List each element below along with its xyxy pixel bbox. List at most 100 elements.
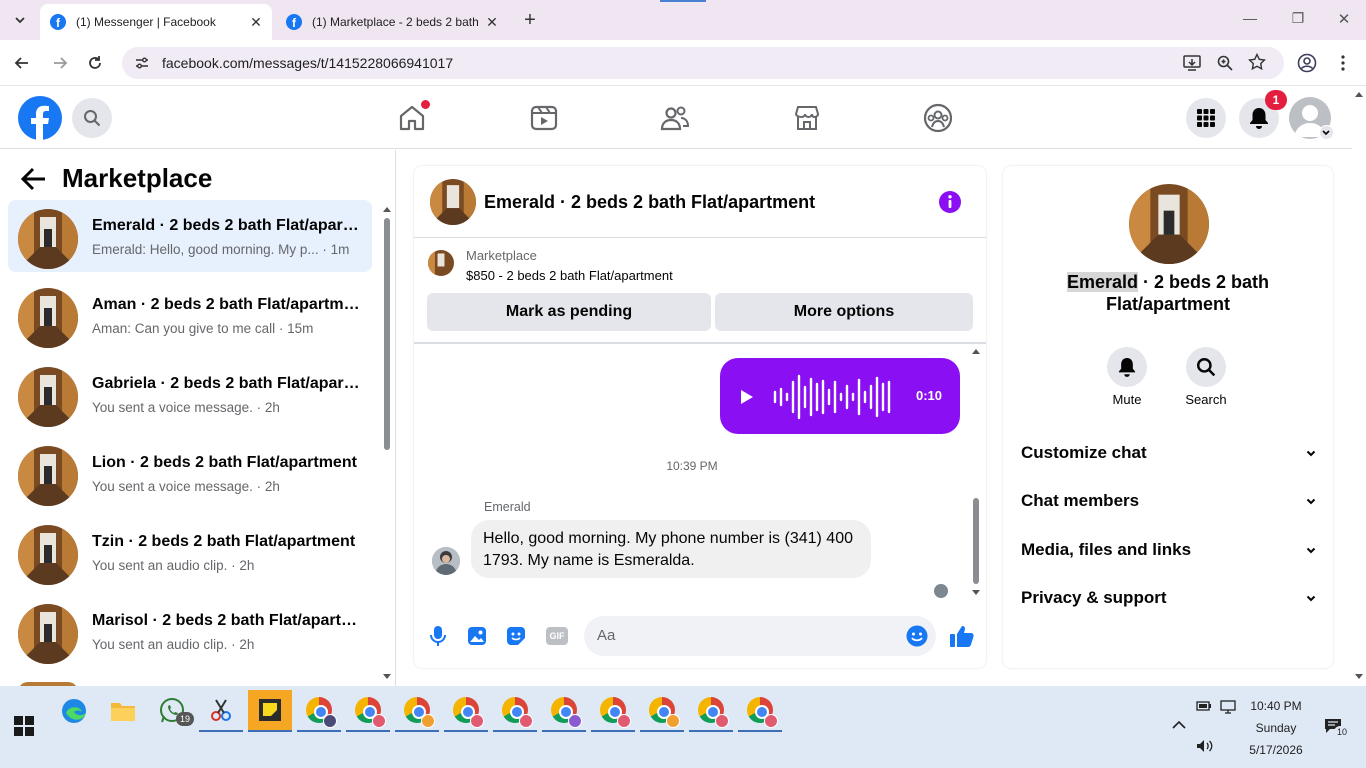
more-options-button[interactable]: More options bbox=[715, 293, 973, 331]
taskbar-edge[interactable] bbox=[52, 690, 96, 732]
taskbar-chrome-3[interactable] bbox=[395, 690, 439, 732]
like-button[interactable] bbox=[949, 623, 975, 649]
tab-marketplace[interactable]: f (1) Marketplace - 2 beds 2 bath ✕ bbox=[276, 4, 508, 40]
profile-button[interactable] bbox=[1297, 53, 1317, 73]
chat-scroll-thumb[interactable] bbox=[973, 498, 979, 584]
nav-reels[interactable] bbox=[528, 102, 560, 134]
clock-day[interactable]: Sunday bbox=[1244, 721, 1308, 735]
list-scroll-thumb[interactable] bbox=[384, 218, 390, 450]
listing-thumb[interactable] bbox=[428, 250, 454, 276]
taskbar-sticky-notes[interactable] bbox=[248, 690, 292, 732]
clock-date[interactable]: 5/17/2026 bbox=[1244, 743, 1308, 757]
notification-center-button[interactable]: 10 bbox=[1324, 718, 1350, 739]
mark-pending-button[interactable]: Mark as pending bbox=[427, 293, 711, 331]
site-info-icon[interactable] bbox=[134, 55, 150, 71]
attach-photo-button[interactable] bbox=[467, 626, 487, 646]
restore-button[interactable]: ❐ bbox=[1288, 10, 1308, 30]
gif-button[interactable]: GIF bbox=[546, 627, 568, 645]
taskbar-chrome-1[interactable] bbox=[297, 690, 341, 732]
chat-avatar[interactable] bbox=[430, 179, 476, 225]
taskbar-chrome-2[interactable] bbox=[346, 690, 390, 732]
volume-tray-icon[interactable] bbox=[1196, 739, 1214, 753]
taskbar-whatsapp[interactable]: 19 bbox=[150, 690, 194, 732]
bell-icon bbox=[1250, 108, 1268, 129]
conversation-title: Tzin · 2 beds 2 bath Flat/apartment bbox=[92, 533, 356, 550]
nav-friends[interactable] bbox=[659, 102, 691, 134]
list-item[interactable]: Gabriela · 2 beds 2 bath Flat/apartment … bbox=[8, 358, 372, 430]
info-button[interactable] bbox=[938, 190, 962, 214]
taskbar-chrome-9[interactable] bbox=[689, 690, 733, 732]
list-item[interactable]: Tzin · 2 beds 2 bath Flat/apartment You … bbox=[8, 516, 372, 588]
account-chevron[interactable] bbox=[1319, 125, 1334, 140]
section-privacy-support[interactable]: Privacy & support bbox=[1021, 583, 1317, 613]
taskbar-file-explorer[interactable] bbox=[101, 690, 145, 732]
section-customize-chat[interactable]: Customize chat bbox=[1021, 438, 1317, 468]
install-app-button[interactable] bbox=[1183, 54, 1201, 72]
start-button[interactable] bbox=[14, 716, 34, 736]
play-icon[interactable] bbox=[740, 389, 754, 405]
page-scrollbar[interactable] bbox=[1352, 87, 1366, 686]
list-item[interactable]: Emerald · 2 beds 2 bath Flat/apartment E… bbox=[8, 200, 372, 272]
search-chat-button[interactable] bbox=[1186, 347, 1226, 387]
chrome-icon bbox=[453, 697, 484, 728]
reload-button[interactable] bbox=[85, 53, 105, 73]
new-tab-button[interactable]: + bbox=[520, 10, 540, 30]
emoji-icon[interactable] bbox=[906, 625, 928, 647]
chat-details-panel: Emerald · 2 beds 2 bath Flat/apartment M… bbox=[1003, 166, 1333, 668]
nav-groups[interactable] bbox=[922, 102, 954, 134]
sender-avatar[interactable] bbox=[432, 547, 460, 575]
voice-clip-button[interactable] bbox=[428, 625, 448, 647]
chevron-down-icon bbox=[1306, 547, 1316, 554]
taskbar-chrome-7[interactable] bbox=[591, 690, 635, 732]
zoom-button[interactable] bbox=[1216, 54, 1234, 72]
groups-icon bbox=[923, 103, 953, 133]
taskbar-chrome-4[interactable] bbox=[444, 690, 488, 732]
close-tab-icon[interactable]: ✕ bbox=[246, 14, 266, 31]
network-tray-icon[interactable] bbox=[1220, 700, 1236, 714]
tray-overflow-button[interactable] bbox=[1172, 720, 1186, 730]
clock-time[interactable]: 10:40 PM bbox=[1244, 699, 1308, 713]
list-scrollbar[interactable] bbox=[382, 206, 392, 680]
forward-button[interactable] bbox=[50, 53, 70, 73]
voice-message-bubble[interactable]: 0:10 bbox=[720, 358, 960, 434]
details-avatar[interactable] bbox=[1129, 184, 1209, 264]
close-tab-icon[interactable]: ✕ bbox=[482, 14, 502, 31]
taskbar-chrome-5[interactable] bbox=[493, 690, 537, 732]
taskbar-chrome-8[interactable] bbox=[640, 690, 684, 732]
sticker-button[interactable] bbox=[506, 626, 526, 646]
message-bubble[interactable]: Hello, good morning. My phone number is … bbox=[471, 520, 871, 578]
menu-button[interactable] bbox=[1186, 98, 1226, 138]
back-button[interactable] bbox=[12, 53, 32, 73]
mute-button[interactable] bbox=[1107, 347, 1147, 387]
back-arrow-button[interactable] bbox=[20, 166, 48, 192]
bookmark-button[interactable] bbox=[1248, 53, 1266, 71]
chrome-icon bbox=[698, 697, 729, 728]
tab-search-button[interactable] bbox=[8, 10, 32, 30]
message-input[interactable]: Aa bbox=[584, 616, 936, 656]
speaker-icon bbox=[1197, 740, 1213, 752]
search-button[interactable] bbox=[72, 98, 112, 138]
battery-tray-icon[interactable] bbox=[1196, 700, 1212, 712]
minimize-button[interactable]: — bbox=[1240, 10, 1260, 30]
address-bar[interactable]: facebook.com/messages/t/1415228066941017 bbox=[122, 47, 1284, 79]
listing-info[interactable]: $850 - 2 beds 2 bath Flat/apartment bbox=[466, 268, 673, 283]
tab-messenger[interactable]: f (1) Messenger | Facebook ✕ bbox=[40, 4, 272, 40]
nav-home[interactable] bbox=[396, 100, 430, 134]
facebook-favicon-icon: f bbox=[286, 14, 302, 30]
browser-menu-button[interactable] bbox=[1336, 54, 1350, 72]
list-item[interactable]: Aman · 2 beds 2 bath Flat/apartment Aman… bbox=[8, 279, 372, 351]
chat-scrollbar[interactable] bbox=[970, 346, 982, 598]
section-chat-members[interactable]: Chat members bbox=[1021, 486, 1317, 516]
taskbar-app-snip[interactable] bbox=[199, 690, 243, 732]
taskbar-chrome-10[interactable] bbox=[738, 690, 782, 732]
nav-marketplace[interactable] bbox=[791, 102, 823, 134]
facebook-logo[interactable] bbox=[18, 96, 62, 140]
chat-title[interactable]: Emerald · 2 beds 2 bath Flat/apartment bbox=[484, 192, 815, 213]
taskbar-chrome-6[interactable] bbox=[542, 690, 586, 732]
list-item[interactable]: Marisol · 2 beds 2 bath Flat/apartment Y… bbox=[8, 595, 372, 667]
section-media-files-links[interactable]: Media, files and links bbox=[1021, 535, 1317, 565]
list-item[interactable]: Lion · 2 beds 2 bath Flat/apartment You … bbox=[8, 437, 372, 509]
tab-title: (1) Messenger | Facebook bbox=[76, 15, 216, 29]
conversation-preview: You sent a voice message. · 2h bbox=[92, 479, 280, 494]
close-window-button[interactable]: ✕ bbox=[1334, 10, 1354, 30]
